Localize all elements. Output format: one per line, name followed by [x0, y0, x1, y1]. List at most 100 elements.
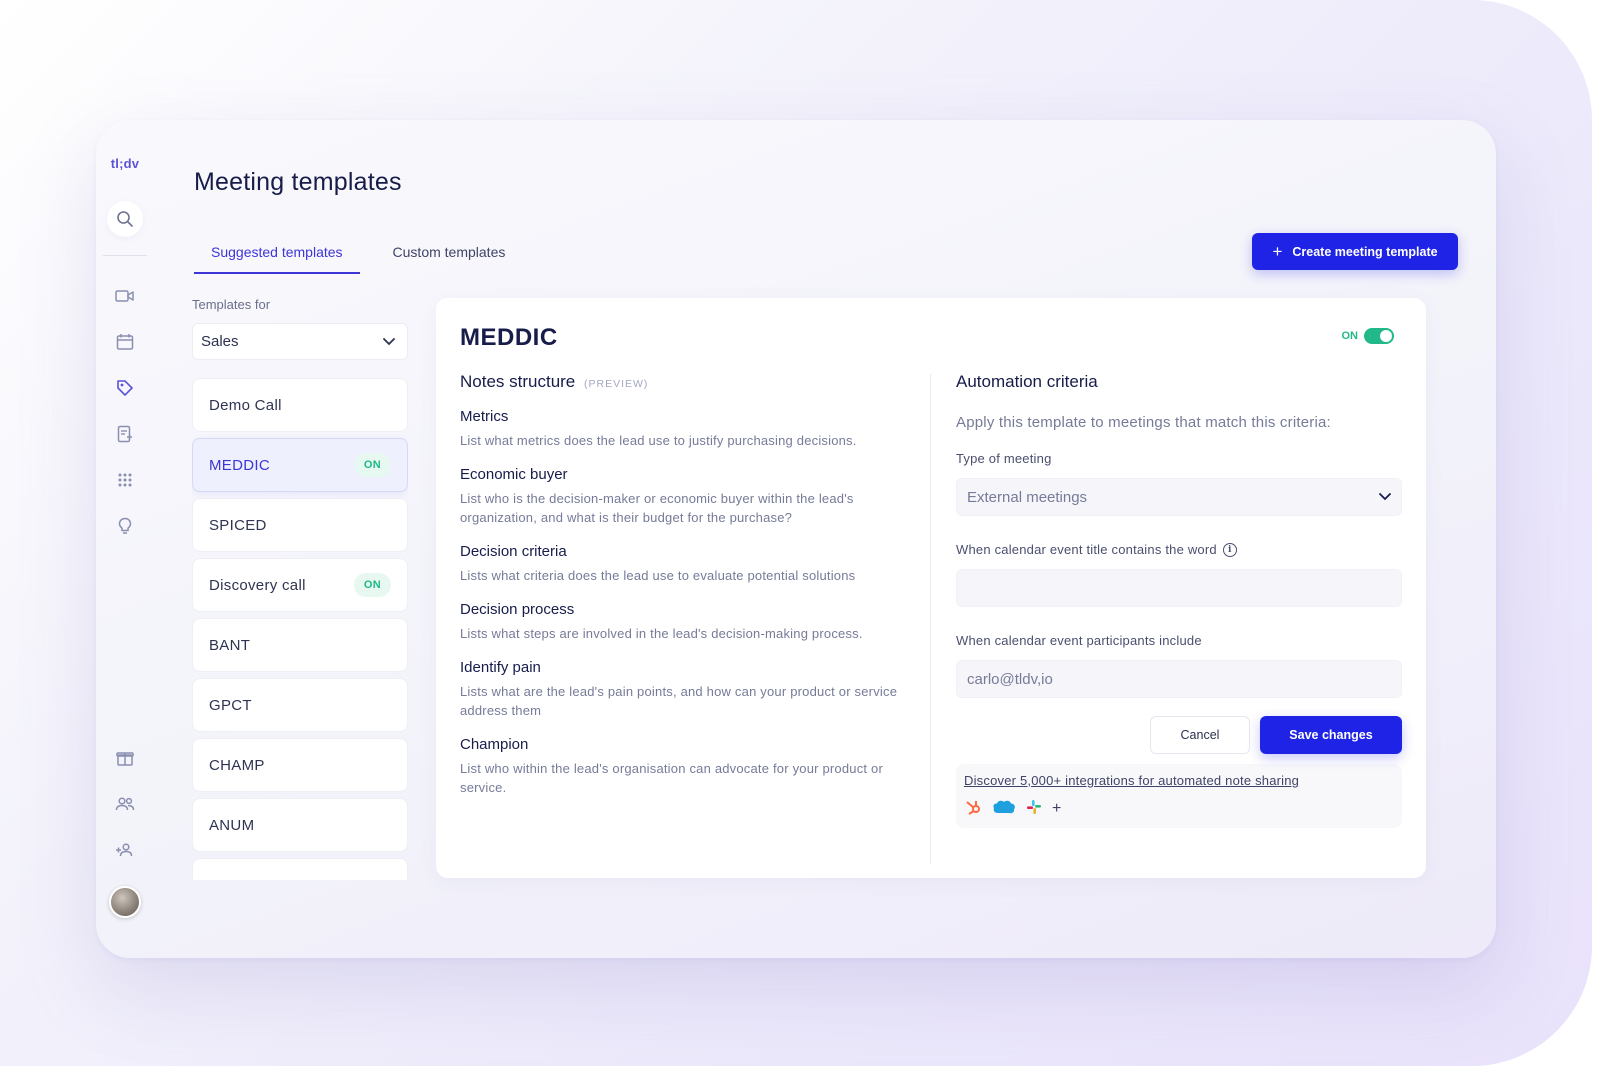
template-item-bant[interactable]: BANT: [192, 618, 408, 672]
template-item-champ[interactable]: CHAMP: [192, 738, 408, 792]
create-meeting-template-button[interactable]: + Create meeting template: [1252, 233, 1458, 270]
title-keyword-label: When calendar event title contains the w…: [956, 542, 1402, 557]
integrations-box: Discover 5,000+ integrations for automat…: [956, 764, 1402, 828]
note-title: Identify pain: [460, 659, 541, 676]
note-title: Economic buyer: [460, 466, 568, 483]
integrations-link[interactable]: Discover 5,000+ integrations for automat…: [964, 773, 1394, 788]
template-item-discovery-call[interactable]: Discovery call ON: [192, 558, 408, 612]
template-item-label: Discovery call: [209, 576, 306, 594]
template-item-more[interactable]: [192, 858, 408, 880]
notes-structure: Notes structure (PREVIEW) Metrics List w…: [460, 372, 900, 813]
template-item-label: SPICED: [209, 516, 267, 534]
chevron-down-icon: [383, 337, 395, 345]
automation-subtitle: Apply this template to meetings that mat…: [956, 414, 1331, 431]
notes-heading-label: Notes structure: [460, 372, 576, 391]
logo: tl;dv: [110, 156, 140, 171]
cancel-button[interactable]: Cancel: [1150, 716, 1250, 754]
templates-for-label: Templates for: [192, 297, 271, 312]
sidebar: tl;dv: [96, 120, 154, 958]
note-title: Metrics: [460, 408, 509, 425]
team-icon[interactable]: [107, 786, 143, 822]
meeting-type-value: External meetings: [967, 488, 1088, 506]
title-keyword-input[interactable]: [956, 569, 1402, 607]
plus-icon: +: [1272, 242, 1283, 261]
note-section: Identify pain Lists what are the lead's …: [460, 659, 900, 720]
template-category-value: Sales: [201, 333, 239, 350]
template-toggle[interactable]: ON: [1342, 328, 1394, 344]
info-icon[interactable]: i: [1222, 542, 1237, 557]
template-item-label: MEDDIC: [209, 456, 270, 474]
template-item-gpct[interactable]: GPCT: [192, 678, 408, 732]
note-description: List who within the lead's organisation …: [460, 761, 884, 795]
meeting-type-select[interactable]: External meetings: [956, 478, 1402, 516]
template-title: MEDDIC: [460, 324, 558, 351]
status-badge: ON: [353, 453, 391, 477]
status-badge: ON: [353, 573, 391, 597]
template-item-label: BANT: [209, 636, 251, 654]
template-item-anum[interactable]: ANUM: [192, 798, 408, 852]
salesforce-icon[interactable]: [992, 799, 1016, 819]
notes-icon[interactable]: [107, 416, 143, 452]
note-section: Decision process Lists what steps are in…: [460, 601, 900, 643]
template-list: Demo Call MEDDIC ON SPICED Discovery cal…: [192, 378, 408, 880]
template-item-label: GPCT: [209, 696, 252, 714]
template-item-spiced[interactable]: SPICED: [192, 498, 408, 552]
hubspot-icon[interactable]: [964, 798, 982, 820]
note-description: Lists what steps are involved in the lea…: [460, 626, 863, 641]
column-divider: [930, 374, 931, 864]
apps-grid-icon[interactable]: [107, 462, 143, 498]
note-description: Lists what are the lead's pain points, a…: [460, 684, 898, 718]
template-category-select[interactable]: Sales: [192, 323, 408, 360]
sidebar-bottom: [107, 740, 143, 918]
tab-custom-templates[interactable]: Custom templates: [376, 240, 523, 274]
note-description: List who is the decision-maker or econom…: [460, 491, 854, 525]
video-icon[interactable]: [107, 278, 143, 314]
note-description: List what metrics does the lead use to j…: [460, 433, 857, 448]
template-item-meddic[interactable]: MEDDIC ON: [192, 438, 408, 492]
meeting-type-label-text: Type of meeting: [956, 451, 1052, 466]
title-keyword-label-text: When calendar event title contains the w…: [956, 542, 1217, 557]
avatar[interactable]: [109, 886, 141, 918]
sidebar-nav: [107, 278, 143, 544]
app-window: tl;dv Meeting templates Suggested templa…: [96, 120, 1496, 958]
integration-icons: +: [964, 798, 1394, 820]
preview-tag: (PREVIEW): [584, 378, 649, 390]
tab-suggested-templates[interactable]: Suggested templates: [194, 240, 360, 274]
add-icon[interactable]: +: [1052, 801, 1061, 817]
note-title: Champion: [460, 736, 529, 753]
add-user-icon[interactable]: [107, 832, 143, 868]
participants-label-text: When calendar event participants include: [956, 633, 1202, 648]
lightbulb-icon[interactable]: [107, 508, 143, 544]
slack-icon[interactable]: [1026, 799, 1042, 819]
notes-heading: Notes structure (PREVIEW): [460, 372, 900, 392]
tag-icon[interactable]: [107, 370, 143, 406]
meeting-type-label: Type of meeting: [956, 451, 1402, 466]
chevron-down-icon: [1379, 493, 1391, 501]
search-icon[interactable]: [107, 201, 143, 237]
note-section: Champion List who within the lead's orga…: [460, 736, 900, 797]
template-item-label: CHAMP: [209, 756, 265, 774]
template-detail-card: MEDDIC ON Notes structure (PREVIEW) Metr…: [436, 298, 1426, 878]
note-description: Lists what criteria does the lead use to…: [460, 568, 856, 583]
template-item-demo-call[interactable]: Demo Call: [192, 378, 408, 432]
create-button-label: Create meeting template: [1292, 244, 1438, 259]
note-section: Metrics List what metrics does the lead …: [460, 408, 900, 450]
toggle-switch[interactable]: [1364, 328, 1394, 344]
template-item-label: Demo Call: [209, 396, 282, 414]
sidebar-divider: [103, 255, 147, 256]
participants-value: carlo@tldv,io: [967, 670, 1053, 688]
tabs: Suggested templates Custom templates: [194, 240, 522, 274]
save-changes-button[interactable]: Save changes: [1260, 716, 1402, 754]
automation-heading: Automation criteria: [956, 372, 1098, 391]
template-item-label: ANUM: [209, 816, 255, 834]
gift-icon[interactable]: [107, 740, 143, 776]
note-section: Decision criteria Lists what criteria do…: [460, 543, 900, 585]
automation-criteria: Automation criteria Apply this template …: [956, 372, 1402, 828]
note-title: Decision criteria: [460, 543, 567, 560]
form-actions: Cancel Save changes: [956, 716, 1402, 754]
page-title: Meeting templates: [194, 168, 402, 196]
participants-input[interactable]: carlo@tldv,io: [956, 660, 1402, 698]
note-title: Decision process: [460, 601, 575, 618]
participants-label: When calendar event participants include: [956, 633, 1402, 648]
calendar-icon[interactable]: [107, 324, 143, 360]
